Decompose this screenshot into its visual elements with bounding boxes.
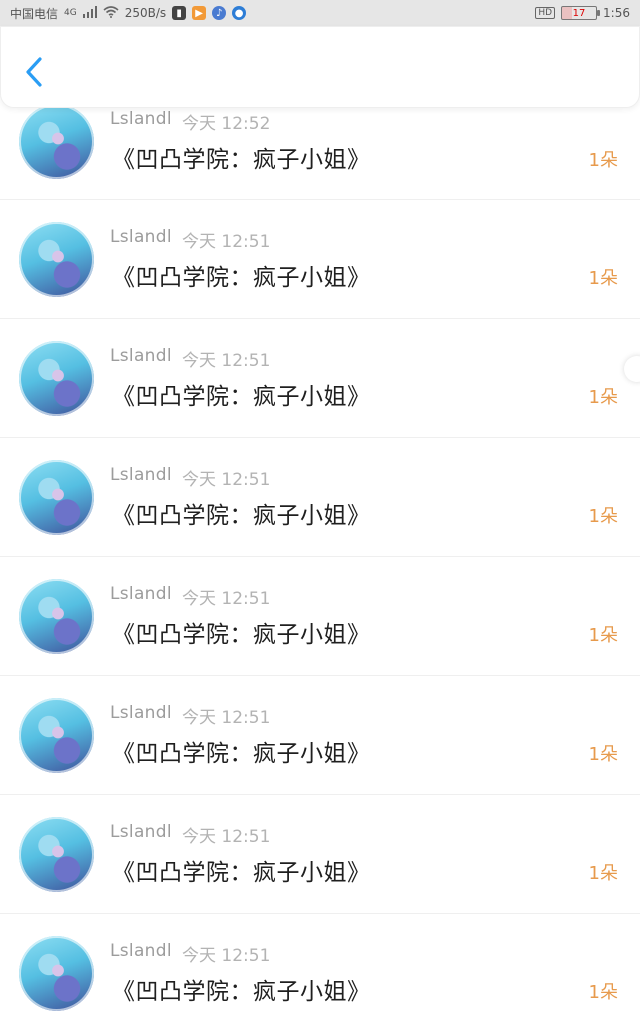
timestamp: 今天 12:51 [182,827,271,847]
clock: 1:56 [603,6,630,20]
avatar[interactable] [19,460,94,535]
avatar[interactable] [19,104,94,179]
author-name[interactable]: Lslandl [110,109,172,129]
book-title[interactable]: 《凹凸学院：疯子小姐》 [112,377,371,411]
chevron-left-icon [26,57,42,87]
carrier-label: 中国电信 [10,6,59,21]
hd-badge: HD [535,7,556,19]
list-item[interactable]: Lslandl 今天 12:51 《凹凸学院：疯子小姐》 1朵 [0,438,640,557]
cloud-app-icon: ● [232,6,247,20]
status-right: HD 17 1:56 [535,6,630,20]
flower-count: 1朵 [588,506,618,527]
author-name[interactable]: Lslandl [110,227,172,247]
timestamp: 今天 12:51 [182,946,271,966]
avatar[interactable] [19,341,94,416]
flower-count: 1朵 [588,982,618,1003]
author-name[interactable]: Lslandl [110,346,172,366]
book-title[interactable]: 《凹凸学院：疯子小姐》 [112,496,371,530]
author-name[interactable]: Lslandl [110,584,172,604]
music-app-icon: ♪ [212,6,227,20]
top-nav-bar [0,26,640,108]
flower-count: 1朵 [588,268,618,289]
timestamp: 今天 12:51 [182,351,271,371]
timestamp: 今天 12:51 [182,470,271,490]
flower-count: 1朵 [588,863,618,884]
flower-count: 1朵 [588,744,618,765]
timestamp: 今天 12:51 [182,708,271,728]
book-title[interactable]: 《凹凸学院：疯子小姐》 [112,972,371,1006]
list-item[interactable]: Lslandl 今天 12:51 《凹凸学院：疯子小姐》 1朵 [0,795,640,914]
status-left: 中国电信 4G 250B/s ▮ ▶ ♪ ● [10,5,247,22]
avatar[interactable] [19,222,94,297]
author-name[interactable]: Lslandl [110,703,172,723]
book-title[interactable]: 《凹凸学院：疯子小姐》 [112,140,371,174]
flower-count: 1朵 [588,625,618,646]
book-title[interactable]: 《凹凸学院：疯子小姐》 [112,853,371,887]
book-title[interactable]: 《凹凸学院：疯子小姐》 [112,615,371,649]
battery-icon: 17 [561,6,601,20]
network-speed: 250B/s [124,6,167,20]
list-item[interactable]: Lslandl 今天 12:51 《凹凸学院：疯子小姐》 1朵 [0,319,640,438]
timestamp: 今天 12:51 [182,589,271,609]
avatar[interactable] [19,698,94,773]
author-name[interactable]: Lslandl [110,822,172,842]
book-title[interactable]: 《凹凸学院：疯子小姐》 [112,258,371,292]
avatar[interactable] [19,579,94,654]
battery-level: 17 [572,7,586,19]
avatar[interactable] [19,817,94,892]
flower-count: 1朵 [588,150,618,171]
flower-count: 1朵 [588,387,618,408]
list-item[interactable]: Lslandl 今天 12:52 《凹凸学院：疯子小姐》 1朵 [0,96,640,200]
back-button[interactable] [19,55,49,89]
notification-icon: ▮ [172,6,187,20]
timestamp: 今天 12:52 [182,114,271,134]
list-item[interactable]: Lslandl 今天 12:51 《凹凸学院：疯子小姐》 1朵 [0,557,640,676]
gift-record-list: Lslandl 今天 12:52 《凹凸学院：疯子小姐》 1朵 Lslandl … [0,96,640,1033]
list-item[interactable]: Lslandl 今天 12:51 《凹凸学院：疯子小姐》 1朵 [0,676,640,795]
signal-icon [82,5,97,21]
avatar[interactable] [19,936,94,1011]
list-item[interactable]: Lslandl 今天 12:51 《凹凸学院：疯子小姐》 1朵 [0,914,640,1033]
timestamp: 今天 12:51 [182,232,271,252]
video-app-icon: ▶ [192,6,207,20]
book-title[interactable]: 《凹凸学院：疯子小姐》 [112,734,371,768]
wifi-icon [103,5,119,21]
list-item[interactable]: Lslandl 今天 12:51 《凹凸学院：疯子小姐》 1朵 [0,200,640,319]
status-bar: 中国电信 4G 250B/s ▮ ▶ ♪ ● HD 17 1:56 [0,0,640,26]
author-name[interactable]: Lslandl [110,941,172,961]
author-name[interactable]: Lslandl [110,465,172,485]
network-type: 4G [64,8,77,18]
